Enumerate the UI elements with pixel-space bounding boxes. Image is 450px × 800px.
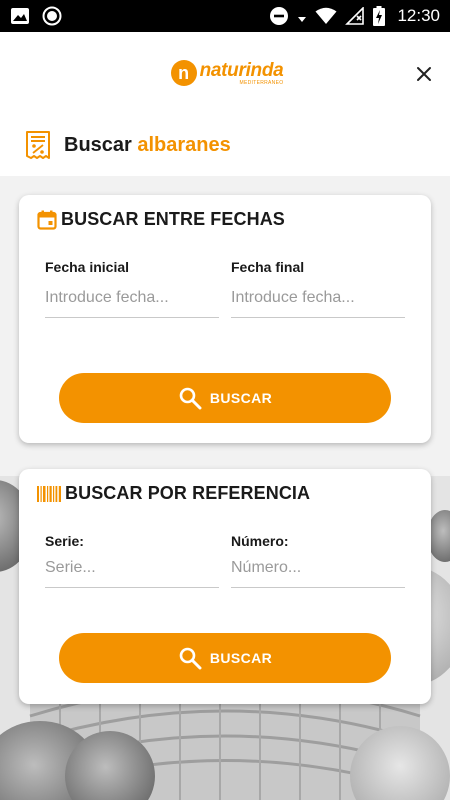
cell-signal-icon [345, 7, 365, 25]
wifi-icon [315, 7, 337, 24]
series-field: Serie: [45, 533, 219, 588]
series-label: Serie: [45, 533, 84, 549]
logo-mark: n [170, 60, 197, 86]
close-icon [417, 67, 431, 81]
page-title-bar: Buscar albaranes [0, 114, 450, 176]
record-notification-icon [42, 6, 62, 26]
number-input[interactable] [231, 559, 405, 588]
close-button[interactable] [412, 62, 436, 86]
reference-title: BUSCAR POR REFERENCIA [65, 483, 311, 503]
number-label: Número: [231, 533, 289, 549]
data-arrows-icon [298, 17, 307, 22]
calendar-icon [37, 210, 57, 230]
end-date-input[interactable] [231, 289, 405, 318]
page-title: Buscar albaranes [64, 134, 231, 157]
date-range-card-header: BUSCAR ENTRE FECHAS [37, 209, 285, 230]
barcode-icon [37, 485, 61, 502]
logo-wordmark: naturinda MEDITERRANEO [200, 61, 284, 86]
do-not-disturb-icon [270, 7, 289, 25]
page-title-accent: albaranes [137, 133, 231, 156]
app-header: n naturinda MEDITERRANEO [0, 32, 450, 114]
search-by-reference-button[interactable]: BUSCAR [59, 633, 391, 683]
start-date-field: Fecha inicial [45, 259, 219, 318]
status-right: 12:30 [269, 6, 440, 26]
receipt-percent-icon [26, 131, 50, 159]
status-time: 12:30 [397, 6, 440, 25]
brand-logo: n naturinda MEDITERRANEO [170, 60, 284, 86]
search-by-date-button-label: BUSCAR [209, 390, 273, 406]
status-left [10, 6, 62, 26]
number-field: Número: [231, 533, 405, 588]
date-range-card: BUSCAR ENTRE FECHAS Fecha inicial Fecha … [19, 195, 431, 443]
start-date-label: Fecha inicial [45, 259, 130, 275]
start-date-input[interactable] [45, 289, 219, 318]
search-icon [179, 647, 202, 670]
search-by-reference-button-label: BUSCAR [209, 650, 273, 666]
end-date-field: Fecha final [231, 259, 405, 318]
battery-charging-icon [373, 6, 386, 26]
page-title-prefix: Buscar [64, 133, 132, 156]
content-area: BUSCAR ENTRE FECHAS Fecha inicial Fecha … [0, 176, 450, 800]
logo-text: naturinda [199, 59, 284, 81]
end-date-label: Fecha final [231, 259, 305, 275]
logo-subtext: MEDITERRANEO [239, 79, 284, 86]
reference-card-header: BUSCAR POR REFERENCIA [37, 483, 310, 504]
search-icon [179, 387, 202, 410]
search-by-date-button[interactable]: BUSCAR [59, 373, 391, 423]
reference-card: BUSCAR POR REFERENCIA Serie: Número: BUS… [19, 469, 431, 704]
image-notification-icon [11, 8, 29, 24]
date-range-title: BUSCAR ENTRE FECHAS [61, 209, 285, 229]
status-bar: 12:30 [0, 0, 450, 32]
series-input[interactable] [45, 559, 219, 588]
